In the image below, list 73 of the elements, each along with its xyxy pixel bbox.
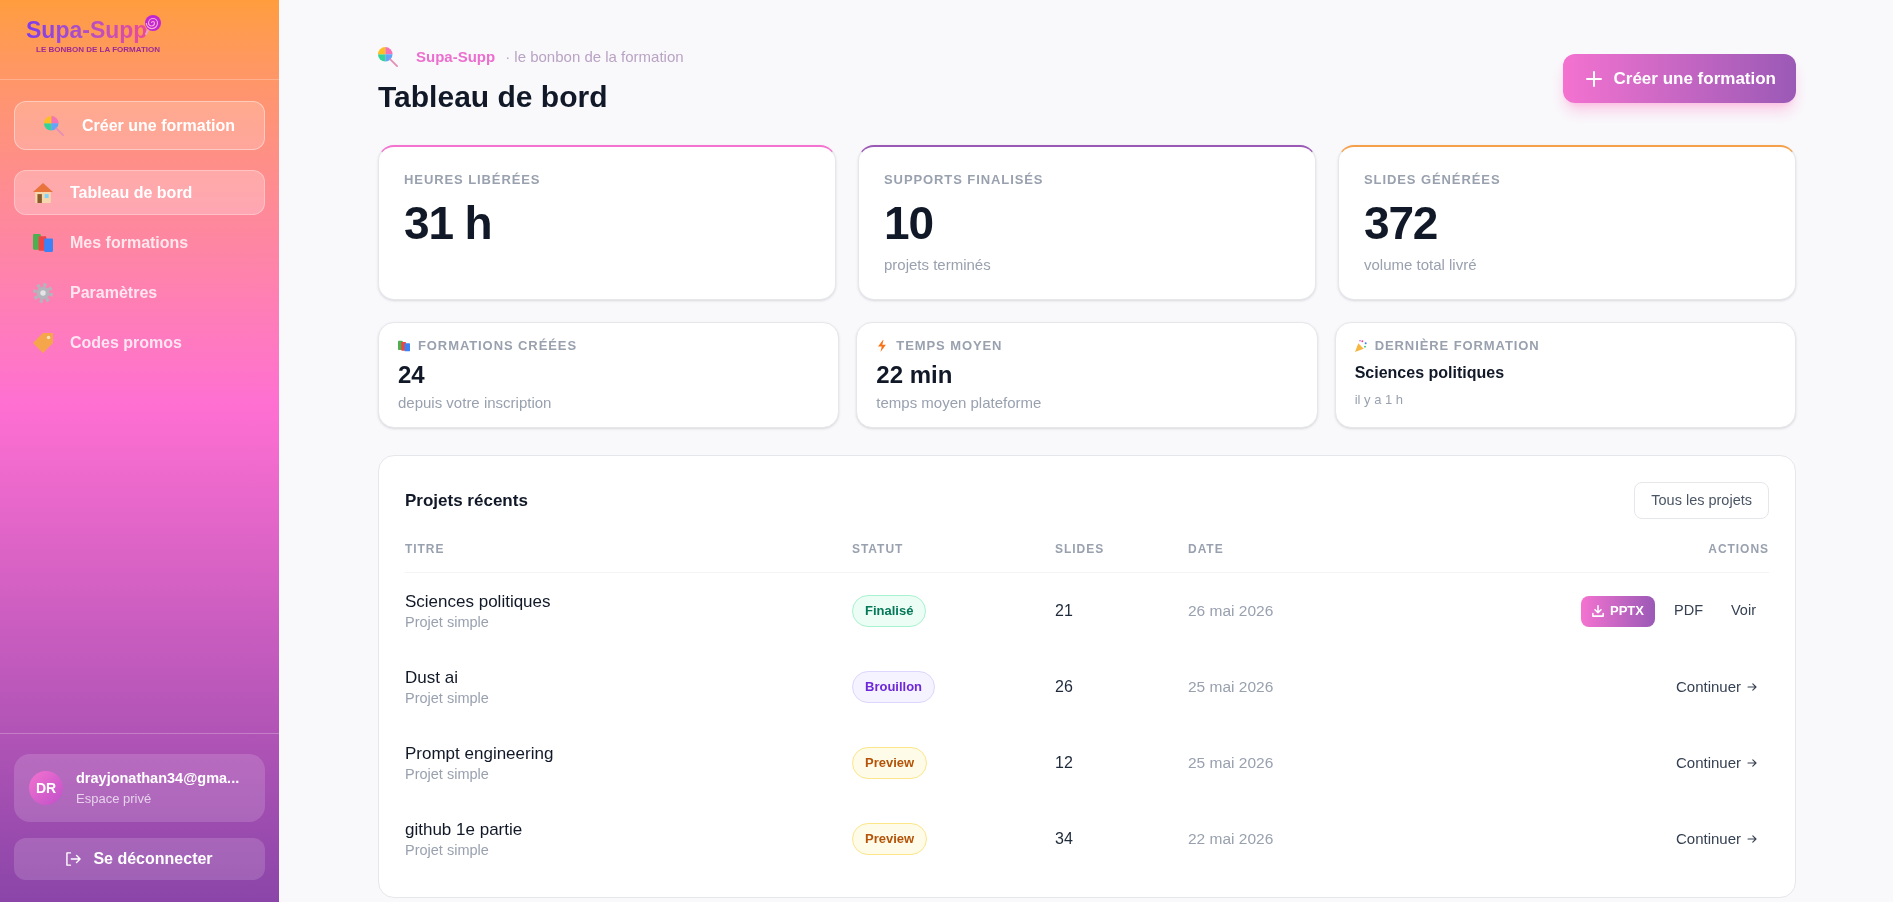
logout-icon (66, 852, 82, 866)
arrow-right-icon (1747, 835, 1757, 843)
slides-count: 34 (1055, 829, 1074, 849)
highlight-note: depuis votre inscription (398, 395, 553, 411)
user-email: drayjonathan34@gma... (76, 769, 240, 788)
highlight-label: FORMATIONS CRÉÉES (418, 338, 577, 354)
stat-label: SLIDES GÉNÉRÉES (1364, 172, 1502, 188)
user-avatar: DR (29, 771, 63, 805)
continue-link[interactable]: Continuer (1663, 747, 1769, 779)
download-button[interactable]: PPTX (1581, 595, 1655, 627)
action-link[interactable]: PDF (1661, 595, 1716, 627)
status-badge: Brouillon (852, 671, 936, 703)
stat-value: 10 (884, 199, 934, 247)
user-space-label: Espace privé (76, 790, 153, 808)
continue-link[interactable]: Continuer (1663, 671, 1769, 703)
stat-value: 372 (1364, 199, 1439, 247)
column-header: DATE (1188, 541, 1225, 557)
project-title: Prompt engineering (405, 743, 555, 765)
project-type: Projet simple (405, 765, 490, 783)
project-type: Projet simple (405, 613, 490, 631)
download-icon (1592, 605, 1605, 617)
logo-tagline: LE BONBON DE LA FORMATION (35, 45, 161, 55)
brand-tagline: · le bonbon de la formation (505, 46, 684, 67)
arrow-right-icon (1747, 683, 1757, 691)
all-projects-button[interactable]: Tous les projets (1634, 482, 1769, 519)
party-popper-icon (1354, 340, 1367, 352)
column-header: SLIDES (1055, 541, 1106, 557)
slides-count: 12 (1055, 753, 1074, 773)
stat-value: 31 h (404, 199, 493, 247)
highlight-note: il y a 1 h (1354, 392, 1405, 408)
column-header: TITRE (405, 541, 446, 557)
create-formation-button[interactable]: Créer une formation (1562, 54, 1796, 103)
project-type: Projet simple (405, 841, 490, 859)
status-badge: Preview (852, 747, 928, 779)
books-icon (398, 340, 410, 352)
lollipop-icon (44, 115, 65, 136)
highlight-value: 22 min (876, 360, 954, 390)
project-date: 22 mai 2026 (1188, 829, 1275, 850)
highlight-note: temps moyen plateforme (876, 395, 1043, 411)
highlight-label: TEMPS MOYEN (896, 338, 1003, 354)
stat-label: SUPPORTS FINALISÉS (884, 172, 1045, 188)
section-title: Projets récents (405, 489, 528, 512)
project-title: github 1e partie (405, 819, 524, 841)
continue-link[interactable]: Continuer (1663, 823, 1769, 855)
page-title: Tableau de bord (378, 79, 609, 115)
plus-icon (1585, 70, 1602, 87)
action-link[interactable]: Voir (1718, 595, 1769, 627)
arrow-right-icon (1747, 759, 1757, 767)
gear-icon (33, 282, 53, 303)
project-title: Dust ai (405, 667, 459, 689)
project-date: 25 mai 2026 (1188, 677, 1275, 698)
logout-button[interactable]: Se déconnecter (14, 838, 265, 880)
project-type: Projet simple (405, 689, 490, 707)
house-icon (33, 182, 53, 203)
lollipop-icon (378, 47, 398, 67)
column-header: ACTIONS (1708, 541, 1769, 557)
slides-count: 21 (1055, 601, 1074, 621)
books-icon (33, 232, 53, 253)
stat-note: projets terminés (884, 256, 992, 274)
status-badge: Finalisé (852, 595, 927, 627)
project-date: 26 mai 2026 (1188, 601, 1275, 622)
stat-label: HEURES LIBÉRÉES (404, 172, 542, 188)
stat-note: volume total livré (1364, 256, 1478, 274)
column-header: STATUT (852, 541, 905, 557)
status-badge: Preview (852, 823, 928, 855)
highlight-value: Sciences politiques (1354, 363, 1506, 383)
slides-count: 26 (1055, 677, 1074, 697)
project-title: Sciences politiques (405, 591, 552, 613)
brand-name: Supa-Supp (416, 46, 496, 67)
highlight-value: 24 (398, 360, 426, 390)
highlight-label: DERNIÈRE FORMATION (1374, 338, 1540, 354)
project-date: 25 mai 2026 (1188, 753, 1275, 774)
tag-icon (33, 332, 53, 353)
